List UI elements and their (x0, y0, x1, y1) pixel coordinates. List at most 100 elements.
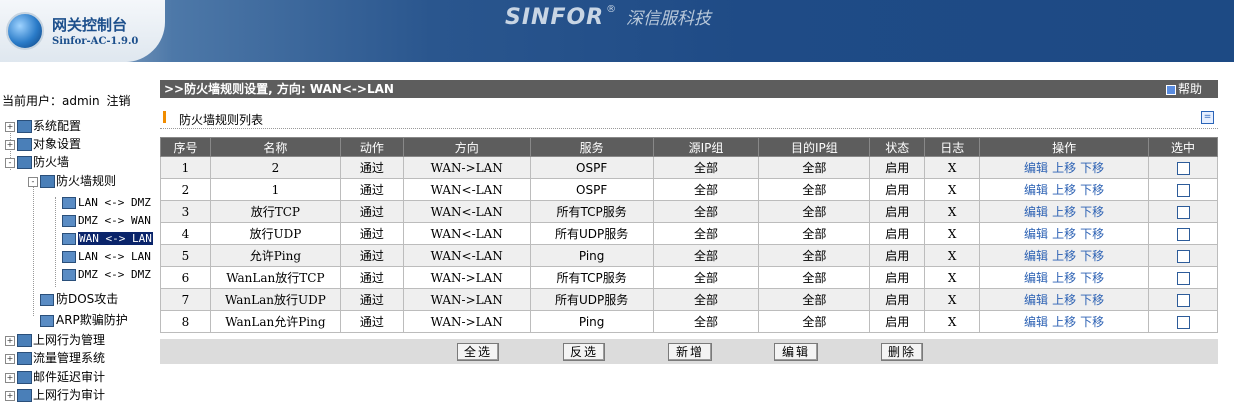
help-label: 帮助 (1177, 82, 1202, 96)
edit-link[interactable]: 编辑 (1024, 249, 1048, 263)
edit-link[interactable]: 编辑 (1024, 205, 1048, 219)
row-select-checkbox[interactable] (1176, 293, 1190, 307)
move-up-link[interactable]: 上移 (1052, 183, 1076, 197)
edit-link[interactable]: 编辑 (1024, 315, 1048, 329)
select-cell (1148, 244, 1218, 267)
move-down-link[interactable]: 下移 (1080, 227, 1104, 241)
edit-link[interactable]: 编辑 (1024, 271, 1048, 285)
move-up-link[interactable]: 上移 (1052, 315, 1076, 329)
move-up-link[interactable]: 上移 (1052, 271, 1076, 285)
destination-group-cell: 全部 (758, 178, 871, 201)
row-select-checkbox[interactable] (1176, 227, 1190, 241)
move-down-link[interactable]: 下移 (1080, 293, 1104, 307)
action-bar: 全选 反选 新增 编辑 删除 (160, 339, 1218, 364)
move-up-link[interactable]: 上移 (1052, 293, 1076, 307)
app-version: Sinfor-AC-1.9.0 (52, 36, 139, 47)
row-select-checkbox[interactable] (1176, 183, 1190, 197)
brand-chinese-name: 深信服科技 (625, 9, 711, 29)
add-rule-button[interactable]: 新增 (668, 343, 712, 361)
edit-link[interactable]: 编辑 (1024, 227, 1048, 241)
status-cell: 启用 (869, 310, 926, 333)
move-down-link[interactable]: 下移 (1080, 161, 1104, 175)
status-cell: 启用 (869, 200, 926, 223)
sidebar-item-wan-lan[interactable]: WAN <-> LAN (62, 230, 153, 247)
help-link[interactable]: 帮助 (1165, 80, 1202, 98)
edit-rule-button[interactable]: 编辑 (774, 343, 818, 361)
column-header: 选中 (1148, 137, 1218, 157)
operations-cell: 编辑 上移 下移 (979, 288, 1149, 311)
destination-group-cell: 全部 (758, 156, 871, 179)
sidebar-item-firewall-rules[interactable]: - 防火墙规则 (28, 173, 116, 190)
row-select-checkbox[interactable] (1176, 161, 1190, 175)
edit-link[interactable]: 编辑 (1024, 161, 1048, 175)
log-cell: X (924, 244, 981, 267)
table-row: 2 1 通过 WAN<-LAN OSPF 全部 全部 启用 X 编辑 上移 下移 (160, 178, 1218, 201)
move-up-link[interactable]: 上移 (1052, 161, 1076, 175)
operations-cell: 编辑 上移 下移 (979, 222, 1149, 245)
row-number-cell: 2 (160, 178, 211, 201)
select-cell (1148, 178, 1218, 201)
sidebar-item-behavior-management[interactable]: + 上网行为管理 (5, 332, 105, 349)
page-title-bar: >>防火墙规则设置, 方向: WAN<->LAN 帮助 (160, 80, 1218, 98)
row-select-checkbox[interactable] (1176, 205, 1190, 219)
source-group-cell: 全部 (652, 222, 760, 245)
operations-cell: 编辑 上移 下移 (979, 244, 1149, 267)
log-cell: X (924, 222, 981, 245)
sidebar-item-dmz-dmz[interactable]: DMZ <-> DMZ (62, 266, 151, 283)
edit-link[interactable]: 编辑 (1024, 183, 1048, 197)
move-up-link[interactable]: 上移 (1052, 249, 1076, 263)
expand-icon[interactable]: + (5, 139, 15, 150)
sidebar-item-anti-dos[interactable]: 防DOS攻击 (40, 291, 118, 308)
edit-link[interactable]: 编辑 (1024, 293, 1048, 307)
move-down-link[interactable]: 下移 (1080, 315, 1104, 329)
collapse-icon[interactable]: - (28, 176, 38, 187)
log-cell: X (924, 200, 981, 223)
sidebar-item-dmz-wan[interactable]: DMZ <-> WAN (62, 212, 151, 229)
column-header: 名称 (209, 137, 341, 157)
direction-cell: WAN<-LAN (402, 222, 531, 245)
sidebar-item-arp-protection[interactable]: ARP欺骗防护 (40, 312, 128, 329)
row-select-checkbox[interactable] (1176, 315, 1190, 329)
collapse-panel-icon[interactable]: = (1201, 111, 1214, 124)
rule-name-cell: 1 (209, 178, 341, 201)
move-down-link[interactable]: 下移 (1080, 205, 1104, 219)
move-up-link[interactable]: 上移 (1052, 227, 1076, 241)
row-select-checkbox[interactable] (1176, 271, 1190, 285)
collapse-icon[interactable]: - (5, 157, 15, 168)
invert-selection-button[interactable]: 反选 (563, 343, 605, 361)
delete-rule-button[interactable]: 删除 (881, 343, 923, 361)
sidebar-item-firewall[interactable]: - 防火墙 (5, 154, 69, 171)
sidebar-item-mail-audit[interactable]: + 邮件延迟审计 (5, 369, 105, 386)
status-cell: 启用 (869, 178, 926, 201)
move-down-link[interactable]: 下移 (1080, 271, 1104, 285)
move-down-link[interactable]: 下移 (1080, 183, 1104, 197)
expand-icon[interactable]: + (5, 335, 15, 346)
sidebar-item-lan-lan[interactable]: LAN <-> LAN (62, 248, 151, 265)
expand-icon[interactable]: + (5, 372, 15, 383)
page-icon (62, 215, 76, 227)
log-cell: X (924, 288, 981, 311)
move-up-link[interactable]: 上移 (1052, 205, 1076, 219)
sidebar-item-lan-dmz[interactable]: LAN <-> DMZ (62, 194, 151, 211)
expand-icon[interactable]: + (5, 390, 15, 401)
sidebar-item-traffic-management[interactable]: + 流量管理系统 (5, 350, 105, 367)
sidebar-item-object-settings[interactable]: + 对象设置 (5, 136, 81, 153)
column-header: 目的IP组 (758, 137, 871, 157)
move-down-link[interactable]: 下移 (1080, 249, 1104, 263)
row-number-cell: 3 (160, 200, 211, 223)
sidebar-item-label: 流量管理系统 (33, 351, 106, 365)
expand-icon[interactable]: + (5, 353, 15, 364)
select-cell (1148, 156, 1218, 179)
select-all-button[interactable]: 全选 (457, 343, 499, 361)
folder-icon (17, 352, 32, 365)
folder-icon (17, 334, 32, 347)
row-select-checkbox[interactable] (1176, 249, 1190, 263)
table-row: 1 2 通过 WAN->LAN OSPF 全部 全部 启用 X 编辑 上移 下移 (160, 156, 1218, 179)
table-row: 5 允许Ping 通过 WAN<-LAN Ping 全部 全部 启用 X 编辑 上移 下移 (160, 244, 1218, 267)
sidebar-item-system-config[interactable]: + 系统配置 (5, 118, 81, 135)
row-number-cell: 7 (160, 288, 211, 311)
sidebar-item-behavior-audit[interactable]: + 上网行为审计 (5, 387, 105, 404)
section-title: 防火墙规则列表 (179, 113, 264, 127)
expand-icon[interactable]: + (5, 121, 15, 132)
logout-link[interactable]: 注销 (106, 94, 130, 108)
